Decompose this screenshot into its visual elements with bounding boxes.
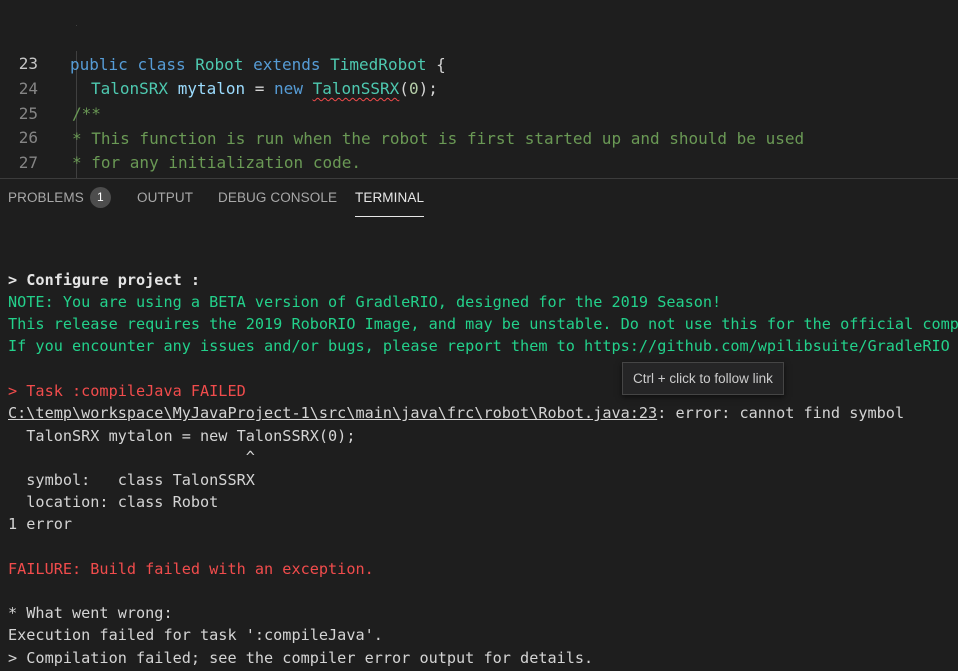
terminal-text: > Configure project :: [8, 271, 201, 289]
terminal-text: > Compilation failed; see the compiler e…: [8, 649, 594, 667]
terminal-text: 1 error: [8, 515, 73, 533]
terminal-line: NOTE: You are using a BETA version of Gr…: [8, 291, 721, 313]
tab-terminal[interactable]: TERMINAL: [355, 179, 425, 217]
file-path-link[interactable]: C:\temp\workspace\MyJavaProject-1\src\ma…: [8, 404, 657, 422]
terminal-text: location: class Robot: [8, 493, 219, 511]
code-line-27[interactable]: 27 */: [0, 125, 958, 172]
code-line-23[interactable]: 23 TalonSRX mytalon = new TalonSSRX(0);: [0, 26, 958, 98]
terminal-line: > Compilation failed; see the compiler e…: [8, 647, 593, 669]
terminal-line: > Configure project :: [8, 269, 200, 291]
terminal-text: * What went wrong:: [8, 604, 173, 622]
code-line-28[interactable]: 28 @Override: [0, 150, 958, 175]
code-line-26[interactable]: 26 * for any initialization code.: [0, 100, 958, 172]
code-line-22[interactable]: 22 public class Robot extends TimedRobot…: [0, 2, 958, 74]
terminal-output[interactable]: > Configure project : NOTE: You are usin…: [0, 218, 958, 671]
terminal-text: TalonSRX mytalon = new TalonSSRX(0);: [8, 427, 356, 445]
terminal-text: : error: cannot find symbol: [657, 404, 905, 422]
tab-problems[interactable]: PROBLEMS 1: [8, 179, 111, 217]
terminal-line: If you encounter any issues and/or bugs,…: [8, 335, 950, 357]
panel-tab-bar: PROBLEMS 1 OUTPUT DEBUG CONSOLE TERMINAL: [0, 178, 958, 218]
terminal-text: FAILURE: Build failed with an exception.: [8, 560, 374, 578]
code-editor[interactable]: 22 public class Robot extends TimedRobot…: [0, 0, 958, 178]
terminal-line: location: class Robot: [8, 491, 218, 513]
terminal-line: Execution failed for task ':compileJava'…: [8, 624, 383, 646]
tab-debug-console[interactable]: DEBUG CONSOLE: [218, 179, 337, 217]
tab-label: OUTPUT: [137, 190, 194, 205]
terminal-line: 1 error: [8, 513, 72, 535]
terminal-text: ^: [8, 448, 255, 466]
terminal-text: Execution failed for task ':compileJava'…: [8, 626, 383, 644]
terminal-line: This release requires the 2019 RoboRIO I…: [8, 313, 958, 335]
tab-output[interactable]: OUTPUT: [137, 179, 193, 217]
terminal-line: TalonSRX mytalon = new TalonSSRX(0);: [8, 425, 355, 447]
code-line-24[interactable]: 24 /**: [0, 51, 958, 123]
vscode-window: 22 public class Robot extends TimedRobot…: [0, 0, 958, 671]
terminal-line: FAILURE: Build failed with an exception.: [8, 558, 374, 580]
tab-label: PROBLEMS: [8, 190, 84, 205]
terminal-line: symbol: class TalonSSRX: [8, 469, 255, 491]
terminal-line: ^: [8, 446, 255, 468]
problems-count-badge: 1: [89, 187, 111, 208]
terminal-line: > Task :compileJava FAILED: [8, 380, 246, 402]
terminal-text: This release requires the 2019 RoboRIO I…: [8, 315, 958, 333]
terminal-line[interactable]: C:\temp\workspace\MyJavaProject-1\src\ma…: [8, 402, 904, 424]
terminal-text: If you encounter any issues and/or bugs,…: [8, 337, 950, 355]
terminal-line: * What went wrong:: [8, 602, 173, 624]
terminal-text: NOTE: You are using a BETA version of Gr…: [8, 293, 722, 311]
code-line-25[interactable]: 25 * This function is run when the robot…: [0, 76, 958, 148]
terminal-text: > Task :compileJava FAILED: [8, 382, 246, 400]
tab-label: TERMINAL: [355, 190, 425, 205]
tab-label: DEBUG CONSOLE: [218, 190, 338, 205]
follow-link-tooltip: Ctrl + click to follow link: [622, 362, 784, 395]
terminal-text: symbol: class TalonSSRX: [8, 471, 255, 489]
